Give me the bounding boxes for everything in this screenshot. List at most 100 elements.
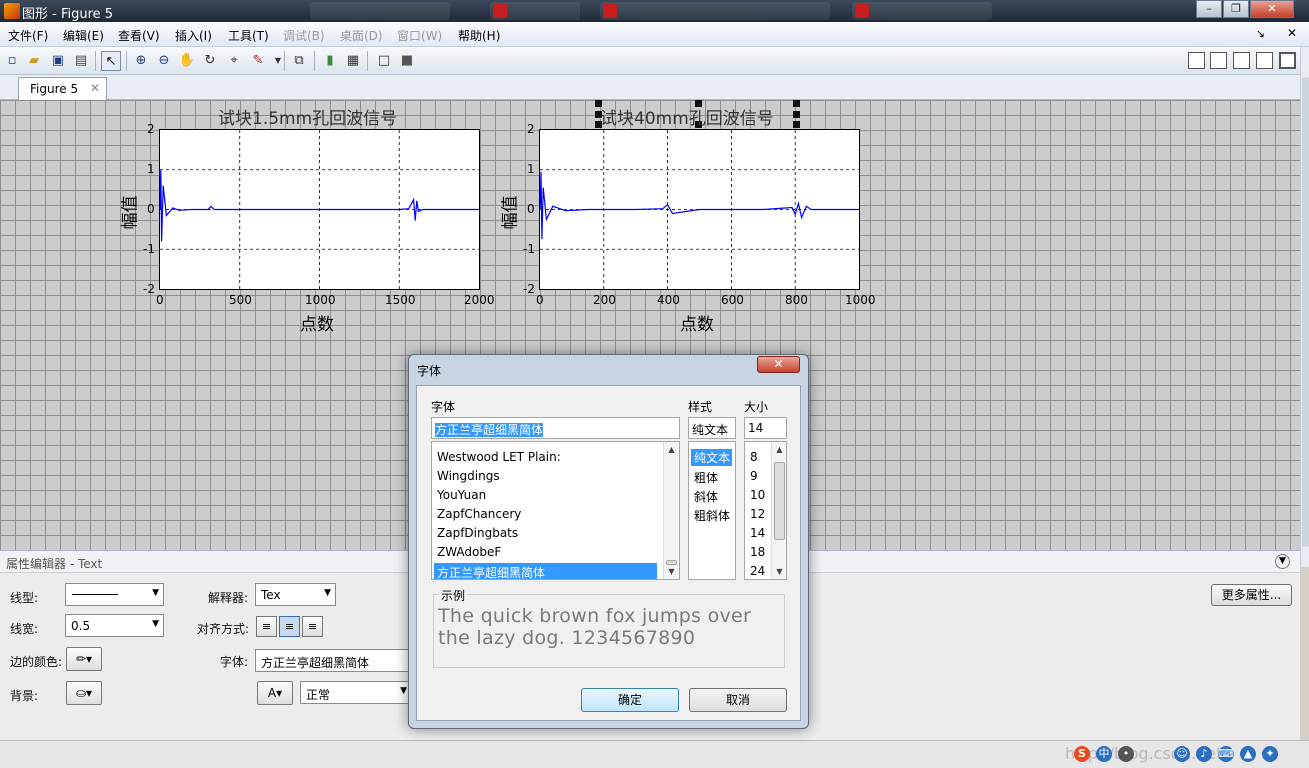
plot1-axes[interactable] xyxy=(159,129,480,290)
ok-button[interactable]: 确定 xyxy=(581,688,679,712)
canvas-vertical-scrollbar[interactable] xyxy=(1300,47,1309,567)
font-color-button[interactable]: A▾ xyxy=(257,681,293,705)
size-list-item[interactable]: 9 xyxy=(750,469,758,483)
font-list-item[interactable]: ZWAdobeF xyxy=(437,545,501,559)
tile-rows-icon[interactable] xyxy=(1233,52,1250,69)
close-button[interactable]: ✕ xyxy=(1250,0,1294,18)
style-list-item[interactable]: 斜体 xyxy=(694,488,718,505)
plot1-title[interactable]: 试块1.5mm孔回波信号 xyxy=(218,104,397,129)
plot2-axes[interactable] xyxy=(539,129,860,290)
align-right-button[interactable]: ≡ xyxy=(302,616,323,637)
scroll-down-icon[interactable]: ▼ xyxy=(664,564,679,579)
font-list-item[interactable]: ZapfChancery xyxy=(437,507,521,521)
edge-color-button[interactable]: ✏▾ xyxy=(66,647,102,671)
menu-debug[interactable]: 调试(B) xyxy=(283,27,325,44)
ime-tools-icon[interactable]: ✦ xyxy=(1262,746,1278,762)
align-left-button[interactable]: ≡ xyxy=(256,616,277,637)
edit-plot-arrow-icon[interactable]: ↖ xyxy=(101,51,121,71)
more-properties-button[interactable]: 更多属性... xyxy=(1211,584,1292,606)
menu-insert[interactable]: 插入(I) xyxy=(175,27,212,44)
font-list-item[interactable]: Wingdings xyxy=(437,469,500,483)
zoom-in-icon[interactable]: ⊕ xyxy=(131,51,151,71)
minimize-button[interactable]: – xyxy=(1196,0,1222,18)
menu-tools[interactable]: 工具(T) xyxy=(228,27,269,44)
save-icon[interactable]: ▣ xyxy=(48,51,68,71)
menu-window[interactable]: 窗口(W) xyxy=(397,27,442,44)
menu-file[interactable]: 文件(F) xyxy=(8,27,48,44)
rotate-3d-icon[interactable]: ↻ xyxy=(200,51,220,71)
plot2-title[interactable]: 试块40mm孔回波信号 xyxy=(600,104,774,129)
style-list-item[interactable]: 粗斜体 xyxy=(694,507,730,524)
line-width-select[interactable]: 0.5 ▼ xyxy=(65,614,164,637)
ime-skin-icon[interactable]: ▲ xyxy=(1240,746,1256,762)
dialog-close-button[interactable]: ✕ xyxy=(757,356,800,373)
style-list-item[interactable]: 粗体 xyxy=(694,469,718,486)
font-list[interactable]: Westwood LET Plain: Wingdings YouYuan Za… xyxy=(431,441,680,580)
cancel-button[interactable]: 取消 xyxy=(689,688,787,712)
font-list-scrollbar[interactable]: ▲ ▼ xyxy=(663,442,679,579)
scroll-down-icon[interactable]: ▼ xyxy=(772,564,786,579)
tab-close-icon[interactable]: ✕ xyxy=(90,81,100,95)
font-name-input[interactable]: 方正兰亭超细黑简体 xyxy=(431,417,680,439)
menu-edit[interactable]: 编辑(E) xyxy=(63,27,104,44)
menu-close-icon[interactable]: ✕ xyxy=(1287,26,1297,40)
menu-help[interactable]: 帮助(H) xyxy=(458,27,500,44)
colorbar-icon[interactable]: ▮ xyxy=(320,51,340,71)
plot2-xlabel[interactable]: 点数 xyxy=(680,310,714,335)
menu-desktop[interactable]: 桌面(D) xyxy=(340,27,383,44)
brush-dropdown-icon[interactable]: ▼ xyxy=(268,51,288,71)
scrollbar-thumb[interactable] xyxy=(774,462,785,540)
sogou-logo-icon[interactable]: S xyxy=(1074,746,1090,762)
menu-view[interactable]: 查看(V) xyxy=(118,27,160,44)
interpreter-select[interactable]: Tex ▼ xyxy=(255,583,336,606)
hide-plot-tools-icon[interactable]: □ xyxy=(374,51,394,71)
font-size-input[interactable]: 14 xyxy=(744,417,787,439)
style-list-item-selected[interactable]: 纯文本 xyxy=(691,449,733,466)
ime-keyboard-icon[interactable]: ⌨ xyxy=(1218,746,1234,762)
ime-punct-icon[interactable]: • xyxy=(1118,746,1134,762)
scroll-up-icon[interactable]: ▲ xyxy=(772,442,786,457)
selection-handle[interactable] xyxy=(793,121,800,128)
signal-line[interactable] xyxy=(540,171,859,240)
maximize-button[interactable]: ❐ xyxy=(1223,0,1249,18)
font-list-item-selected[interactable]: 方正兰亭超细黑简体 xyxy=(434,563,657,579)
font-style-list[interactable]: 纯文本 粗体 斜体 粗斜体 xyxy=(688,441,736,580)
brush-icon[interactable]: ✎ xyxy=(248,51,268,71)
scroll-up-icon[interactable]: ▲ xyxy=(664,442,679,457)
link-plot-icon[interactable]: ⧉ xyxy=(289,51,309,71)
font-list-item[interactable]: Westwood LET Plain: xyxy=(437,450,561,464)
float-icon[interactable] xyxy=(1256,52,1273,69)
tile-grid-icon[interactable] xyxy=(1188,52,1205,69)
data-cursor-icon[interactable]: ⌖ xyxy=(224,51,244,71)
font-list-item[interactable]: ZapfDingbats xyxy=(437,526,518,540)
scrollbar-thumb[interactable] xyxy=(1302,77,1309,547)
show-plot-tools-icon[interactable]: ■ xyxy=(397,51,417,71)
size-list-item[interactable]: 10 xyxy=(750,488,765,502)
zoom-out-icon[interactable]: ⊖ xyxy=(154,51,174,71)
size-list-item[interactable]: 18 xyxy=(750,545,765,559)
size-list-item[interactable]: 12 xyxy=(750,507,765,521)
plot1-xlabel[interactable]: 点数 xyxy=(300,310,334,335)
maximize-icon[interactable] xyxy=(1279,52,1296,69)
plot1-ylabel[interactable]: 幅值 xyxy=(116,196,141,230)
size-list-scrollbar[interactable]: ▲ ▼ xyxy=(771,442,786,579)
font-select[interactable]: 方正兰亭超细黑简体 xyxy=(255,649,415,672)
print-icon[interactable]: ▤ xyxy=(71,51,91,71)
font-list-item[interactable]: YouYuan xyxy=(437,488,486,502)
size-list-item[interactable]: 8 xyxy=(750,450,758,464)
tile-columns-icon[interactable] xyxy=(1210,52,1227,69)
selection-handle[interactable] xyxy=(793,111,800,118)
ime-emoji-icon[interactable]: ☺ xyxy=(1174,746,1190,762)
ime-chinese-icon[interactable]: 中 xyxy=(1096,746,1112,762)
selection-handle[interactable] xyxy=(793,100,800,107)
ime-voice-icon[interactable]: ♪ xyxy=(1196,746,1212,762)
align-center-button[interactable]: ≡ xyxy=(279,616,300,637)
size-list-item[interactable]: 14 xyxy=(750,526,765,540)
dock-arrow-icon[interactable]: ↘ xyxy=(1256,27,1265,40)
new-file-icon[interactable]: ▫ xyxy=(2,51,22,71)
size-list-item[interactable]: 24 xyxy=(750,564,765,578)
open-folder-icon[interactable]: ▰ xyxy=(24,51,44,71)
plot2-ylabel[interactable]: 幅值 xyxy=(496,196,521,230)
background-color-button[interactable]: ⛀▾ xyxy=(66,681,102,705)
tab-figure-5[interactable]: Figure 5 ✕ xyxy=(18,77,107,100)
